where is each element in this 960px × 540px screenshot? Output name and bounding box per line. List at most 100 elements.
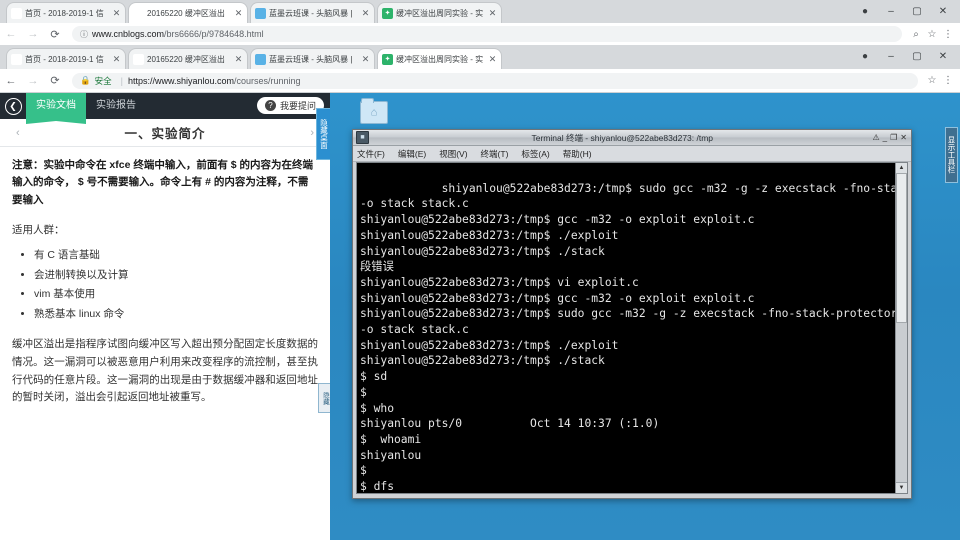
minimize-button[interactable]: _ <box>883 133 887 142</box>
account-icon[interactable]: ● <box>852 1 878 22</box>
inner-tab-1[interactable]: 知 20165220 缓冲区溢出 ✕ <box>128 48 248 69</box>
terminal-output: shiyanlou@522abe83d273:/tmp$ sudo gcc -m… <box>357 163 908 493</box>
scroll-down-icon[interactable]: ▼ <box>896 482 907 493</box>
hide-desktop-tab[interactable]: 隐藏桌面 <box>316 108 330 160</box>
minimize-button[interactable]: – <box>878 1 904 22</box>
info-circle-icon[interactable]: ⓘ <box>80 29 88 40</box>
inner-address-bar[interactable]: 🔒 安全 | https://www.shiyanlou.com/courses… <box>72 72 918 89</box>
maximize-button[interactable]: ▢ <box>904 46 930 67</box>
kebab-menu-icon[interactable]: ⋮ <box>940 75 956 86</box>
tab-title: 20165220 缓冲区溢出 <box>147 8 225 18</box>
close-button[interactable]: ✕ <box>930 1 956 22</box>
terminal-line: shiyanlou@522abe83d273:/tmp$ sudo gcc -m… <box>360 307 898 321</box>
tab-lab-report[interactable]: 实验报告 <box>86 93 146 119</box>
inner-tab-0[interactable]: 知 首页 - 2018-2019-1 信 ✕ <box>6 48 126 69</box>
terminal-screen[interactable]: shiyanlou@522abe83d273:/tmp$ sudo gcc -m… <box>356 162 908 494</box>
close-icon[interactable]: ✕ <box>112 54 121 64</box>
menu-item-file[interactable]: 文件(F) <box>357 148 385 160</box>
terminal-line: shiyanlou@522abe83d273:/tmp$ ./exploit <box>360 338 619 352</box>
reload-icon[interactable]: ⟳ <box>44 28 66 41</box>
outer-address-bar[interactable]: ⓘ www.cnblogs.com/brs6666/p/9784648.html <box>72 26 902 42</box>
account-icon[interactable]: ● <box>852 46 878 67</box>
terminal-window[interactable]: ■ Terminal 终端 - shiyanlou@522abe83d273: … <box>352 129 912 499</box>
terminal-line: 段错误 <box>360 260 394 274</box>
search-plus-icon[interactable]: ⌕ <box>908 29 924 40</box>
menu-item-tabs[interactable]: 标签(A) <box>521 148 549 160</box>
forward-icon[interactable]: → <box>22 28 44 40</box>
scrollbar-thumb[interactable] <box>896 173 907 323</box>
outer-window-controls: ● – ▢ ✕ <box>852 1 956 22</box>
show-toolbar-tab[interactable]: 显示工具栏 <box>945 127 958 183</box>
terminal-scrollbar[interactable]: ▲ ▼ <box>895 163 907 493</box>
forward-icon[interactable]: → <box>22 75 44 87</box>
ask-question-label: 我要提问 <box>279 101 316 111</box>
ask-question-button[interactable]: ? 我要提问 <box>256 97 324 114</box>
terminal-line: shiyanlou@522abe83d273:/tmp$ gcc -m32 -o… <box>360 291 755 305</box>
tab-lab-document[interactable]: 实验文档 <box>26 93 86 124</box>
tab-title: 缓冲区溢出周同实验 - 实 <box>396 8 484 18</box>
next-section-icon[interactable]: › <box>310 127 314 139</box>
minimize-button[interactable]: – <box>878 46 904 67</box>
doc-header: ❮ 实验文档 实验报告 ? 我要提问 <box>0 93 330 124</box>
collapse-panel-tab[interactable]: 隐藏 <box>318 383 330 413</box>
terminal-line: shiyanlou@522abe83d273:/tmp$ sudo gcc -m… <box>441 181 908 195</box>
inner-tab-2[interactable]: 蓝墨云班课 - 头脑风暴 | ✕ <box>250 48 375 69</box>
outer-tab-1[interactable]: 知 20165220 缓冲区溢出 ✕ <box>128 2 248 23</box>
close-button[interactable]: ✕ <box>930 46 956 67</box>
outer-tab-2[interactable]: 蓝墨云班课 - 头脑风暴 | ✕ <box>250 2 375 23</box>
reload-icon[interactable]: ⟳ <box>44 74 66 87</box>
zhihu-icon: 知 <box>133 53 144 65</box>
terminal-line: shiyanlou@522abe83d273:/tmp$ vi exploit.… <box>360 275 639 289</box>
maximize-button[interactable]: ❐ <box>890 133 897 142</box>
close-button[interactable]: ✕ <box>900 133 907 142</box>
star-icon[interactable]: ☆ <box>924 75 940 86</box>
close-icon[interactable]: ✕ <box>234 8 243 18</box>
lab-document-panel: ❮ 实验文档 实验报告 ? 我要提问 ‹ 一、实验简介 › 注意：实验中命令在 … <box>0 93 330 540</box>
doc-title-row: ‹ 一、实验简介 › <box>0 119 330 147</box>
menu-item-help[interactable]: 帮助(H) <box>563 148 592 160</box>
page-title: 一、实验简介 <box>124 127 206 141</box>
vnc-desktop[interactable]: ⌂ 显示工具栏 ■ Terminal 终端 - shiyanlou@522abe… <box>330 93 960 540</box>
green-leaf-icon: ✦ <box>382 53 393 65</box>
prev-section-icon[interactable]: ‹ <box>16 127 20 139</box>
audience-heading: 适用人群： <box>12 223 65 236</box>
kebab-menu-icon[interactable]: ⋮ <box>940 29 956 40</box>
terminal-titlebar[interactable]: ■ Terminal 终端 - shiyanlou@522abe83d273: … <box>353 130 911 146</box>
lock-icon[interactable]: 🔒 <box>80 75 91 86</box>
maximize-button[interactable]: ▢ <box>904 1 930 22</box>
back-icon[interactable]: ← <box>0 28 22 40</box>
divider: | <box>120 75 123 86</box>
inner-omni-actions: ☆ ⋮ <box>924 75 960 86</box>
menu-item-edit[interactable]: 编辑(E) <box>398 148 426 160</box>
back-icon[interactable]: ← <box>0 75 22 87</box>
outer-tab-3[interactable]: ✦ 缓冲区溢出周同实验 - 实 ✕ <box>377 2 502 23</box>
home-glyph: ⌂ <box>370 106 378 118</box>
back-arrow-circle-icon[interactable]: ❮ <box>0 93 26 119</box>
close-icon[interactable]: ✕ <box>112 8 121 18</box>
inner-tab-3[interactable]: ✦ 缓冲区溢出周同实验 - 实 ✕ <box>377 48 502 69</box>
close-icon[interactable]: ✕ <box>234 54 243 64</box>
terminal-icon: ■ <box>356 131 369 144</box>
tab-title: 蓝墨云班课 - 头脑风暴 | <box>269 54 353 64</box>
close-icon[interactable]: ✕ <box>488 54 497 64</box>
url-path: /brs6666/p/9784648.html <box>164 29 264 39</box>
star-icon[interactable]: ☆ <box>924 29 940 40</box>
terminal-line: shiyanlou pts/0 Oct 14 10:37 (:1.0) <box>360 417 660 431</box>
menu-item-view[interactable]: 视图(V) <box>439 148 467 160</box>
doc-note: 注意：实验中命令在 xfce 终端中输入，前面有 $ 的内容为在终端输入的命令，… <box>12 159 314 206</box>
close-icon[interactable]: ✕ <box>361 54 370 64</box>
zhihu-icon: 知 <box>11 7 22 19</box>
blue-square-icon <box>255 7 266 19</box>
outer-browser-chrome: 知 首页 - 2018-2019-1 信 ✕ 知 20165220 缓冲区溢出 … <box>0 0 960 46</box>
list-item: 会进制转换以及计算 <box>34 266 318 285</box>
close-icon[interactable]: ✕ <box>488 8 497 18</box>
question-mark-icon: ? <box>264 100 276 111</box>
warning-icon[interactable]: ⚠ <box>873 133 880 142</box>
tab-label: 实验报告 <box>96 100 136 111</box>
inner-tabstrip: 知 首页 - 2018-2019-1 信 ✕ 知 20165220 缓冲区溢出 … <box>0 45 960 69</box>
close-icon[interactable]: ✕ <box>361 8 370 18</box>
outer-tab-0[interactable]: 知 首页 - 2018-2019-1 信 ✕ <box>6 2 126 23</box>
tab-title: 缓冲区溢出周同实验 - 实 <box>396 54 484 64</box>
home-folder-icon[interactable]: ⌂ <box>355 98 393 124</box>
menu-item-terminal[interactable]: 终端(T) <box>481 148 509 160</box>
